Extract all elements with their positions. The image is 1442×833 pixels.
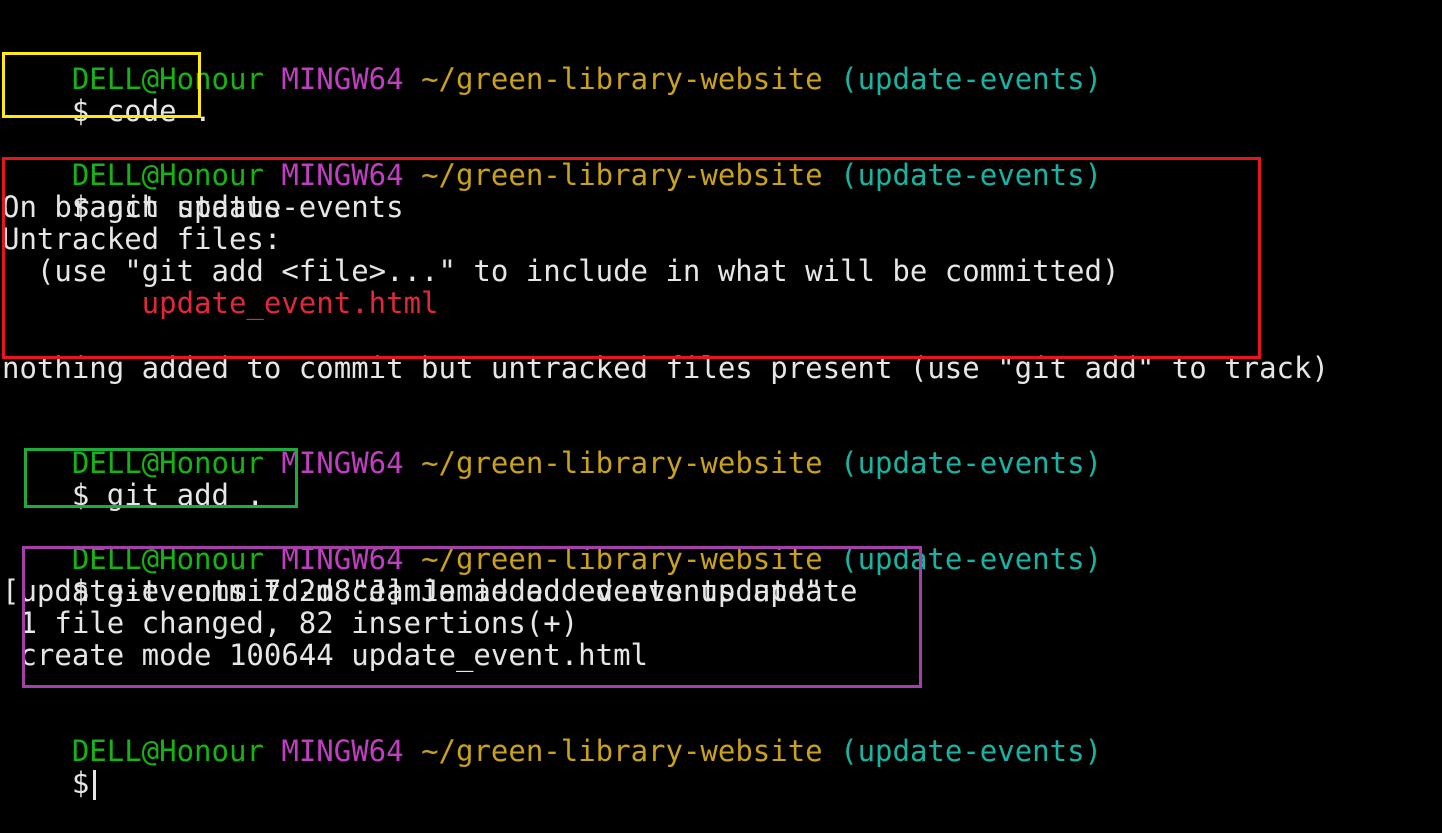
highlight-box-commit [22, 546, 922, 688]
prompt-branch: (update-events) [840, 62, 1103, 96]
prompt-path: ~/green-library-website [421, 446, 823, 480]
text-cursor[interactable] [93, 770, 97, 800]
prompt-host: MINGW64 [281, 734, 404, 768]
prompt-host: MINGW64 [281, 62, 404, 96]
prompt-line: DELL@Honour MINGW64 ~/green-library-webs… [2, 415, 1102, 479]
terminal-window[interactable]: DELL@Honour MINGW64 ~/green-library-webs… [0, 0, 1442, 800]
prompt-path: ~/green-library-website [421, 734, 823, 768]
highlight-box-status [2, 157, 1261, 359]
prompt-branch: (update-events) [840, 446, 1103, 480]
highlight-box-add [24, 448, 298, 508]
prompt-symbol: $ [71, 766, 90, 800]
prompt-line: DELL@Honour MINGW64 ~/green-library-webs… [2, 703, 1102, 767]
prompt-branch: (update-events) [840, 734, 1103, 768]
input-line[interactable]: $ [2, 735, 97, 800]
highlight-box-code [2, 52, 201, 118]
prompt-user: DELL@Honour [71, 734, 264, 768]
prompt-line: DELL@Honour MINGW64 ~/green-library-webs… [2, 511, 1102, 575]
prompt-line: DELL@Honour MINGW64 ~/green-library-webs… [2, 127, 1102, 191]
prompt-path: ~/green-library-website [421, 62, 823, 96]
prompt-host: MINGW64 [281, 446, 404, 480]
